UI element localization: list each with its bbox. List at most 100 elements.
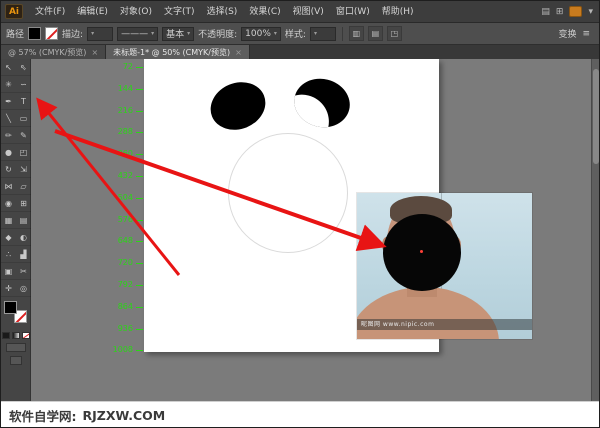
document-tab-1-title: @ 57% (CMYK/预览) [8,47,86,58]
align-horizontal-icon[interactable]: ▥ [349,26,364,41]
vertical-scrollbar[interactable] [591,59,599,401]
ruler-label: 720 [118,259,133,267]
selection-tool[interactable]: ↖ [1,59,16,76]
ruler-label: 936 [118,325,133,333]
panda-left-ear-shape[interactable] [203,74,272,138]
vertical-ruler: 7214421628836043250457664872079286493610… [99,59,143,401]
blob-brush-tool[interactable]: ● [1,144,16,161]
workspace-switcher-icon[interactable] [569,6,582,17]
ruler-label: 648 [118,237,133,245]
ruler-tick [136,263,143,264]
graph-tool[interactable]: ▟ [16,246,31,263]
menu-file[interactable]: 文件(F) [29,1,71,23]
ruler-label: 144 [118,85,133,93]
panda-right-ear-shape[interactable] [289,73,355,133]
controlbar-separator [342,27,343,41]
menu-effect[interactable]: 效果(C) [243,1,286,23]
close-icon[interactable]: × [235,48,242,57]
free-transform-tool[interactable]: ▱ [16,178,31,195]
menu-window[interactable]: 窗口(W) [330,1,376,23]
menu-help[interactable]: 帮助(H) [376,1,420,23]
color-button[interactable] [2,332,10,339]
circle-center-dot [420,250,423,253]
scale-tool[interactable]: ⇲ [16,161,31,178]
shape-builder-tool[interactable]: ◉ [1,195,16,212]
type-tool[interactable]: T [16,93,31,110]
slice-tool[interactable]: ✂ [16,263,31,280]
line-segment-tool[interactable]: ╲ [1,110,16,127]
scrollbar-thumb[interactable] [593,69,599,164]
document-tab-1[interactable]: @ 57% (CMYK/预览) × [1,45,106,59]
magic-wand-tool[interactable]: ✳ [1,76,16,93]
screen-mode-button[interactable] [10,356,22,365]
layout-grid-icon[interactable]: ⊞ [556,5,564,19]
menu-select[interactable]: 选择(S) [201,1,244,23]
ruler-label: 360 [118,150,133,158]
isolate-icon[interactable]: ◳ [387,26,402,41]
gradient-button[interactable] [12,332,20,339]
perspective-grid-tool[interactable]: ⊞ [16,195,31,212]
selection-type-label: 路径 [6,27,24,40]
zoom-tool[interactable]: ◎ [16,280,31,297]
opacity-dropdown[interactable]: 100% [241,27,281,41]
menu-type[interactable]: 文字(T) [158,1,201,23]
pencil-tool[interactable]: ✎ [16,127,31,144]
stroke-weight-dropdown[interactable] [87,27,113,41]
footer-domain: RJZXW.COM [83,408,166,423]
width-profile-dropdown[interactable]: ——— [117,27,158,41]
footer-site-name: 软件自学网: [9,406,77,425]
fill-color-control[interactable] [4,301,17,314]
ruler-tick [136,285,143,286]
none-button[interactable] [22,332,30,339]
placed-photo[interactable]: 昵图网 www.nipic.com [357,193,532,339]
artboard-tool[interactable]: ▣ [1,263,16,280]
ruler-tick [136,241,143,242]
direct-selection-tool[interactable]: ⇖ [16,59,31,76]
ruler-tick [136,198,143,199]
close-icon[interactable]: × [91,48,98,57]
ruler-label: 504 [118,194,133,202]
color-mode-buttons [1,332,30,339]
style-dropdown[interactable] [310,27,336,41]
symbol-sprayer-tool[interactable]: ∴ [1,246,16,263]
align-vertical-icon[interactable]: ▤ [368,26,383,41]
eraser-tool[interactable]: ◰ [16,144,31,161]
drawing-mode-button[interactable] [6,343,26,352]
menu-edit[interactable]: 编辑(E) [71,1,114,23]
stroke-color-swatch[interactable] [45,27,58,40]
hand-tool[interactable]: ✛ [1,280,16,297]
width-tool[interactable]: ⋈ [1,178,16,195]
gradient-tool[interactable]: ▤ [16,212,31,229]
document-tab-bar: @ 57% (CMYK/预览) × 未标题-1* @ 50% (CMYK/预览)… [1,45,599,59]
ruler-tick [136,67,143,68]
document-tab-2[interactable]: 未标题-1* @ 50% (CMYK/预览) × [106,45,250,59]
paintbrush-tool[interactable]: ✏ [1,127,16,144]
ruler-tick [136,111,143,112]
shape-tool[interactable]: ▭ [16,110,31,127]
panel-menu-icon[interactable]: ≡ [582,29,590,39]
rotate-tool[interactable]: ↻ [1,161,16,178]
fill-color-swatch[interactable] [28,27,41,40]
ruler-tick [136,329,143,330]
footer-bar: 软件自学网: RJZXW.COM [1,401,599,428]
ruler-tick [136,154,143,155]
menubar-right-cluster: ▤ ⊞ ▾ [541,5,599,19]
menu-view[interactable]: 视图(V) [287,1,330,23]
panda-face-circle-outline[interactable] [228,133,348,253]
ruler-label: 792 [118,281,133,289]
ruler-tick [136,132,143,133]
ear-cutout-shape [289,89,335,133]
ruler-label: 432 [118,172,133,180]
menu-object[interactable]: 对象(O) [114,1,158,23]
arrange-documents-icon[interactable]: ▤ [541,5,550,19]
mesh-tool[interactable]: ▦ [1,212,16,229]
blend-tool[interactable]: ◐ [16,229,31,246]
transform-link[interactable]: 变换 [558,27,576,40]
eyedropper-tool[interactable]: ◆ [1,229,16,246]
photo-watermark: 昵图网 www.nipic.com [357,319,532,330]
brush-definition-dropdown[interactable]: 基本 [162,27,194,41]
lasso-tool[interactable]: ∽ [16,76,31,93]
pen-tool[interactable]: ✒ [1,93,16,110]
workspace-chevron-icon[interactable]: ▾ [588,5,593,19]
app-logo-icon: Ai [5,4,23,19]
